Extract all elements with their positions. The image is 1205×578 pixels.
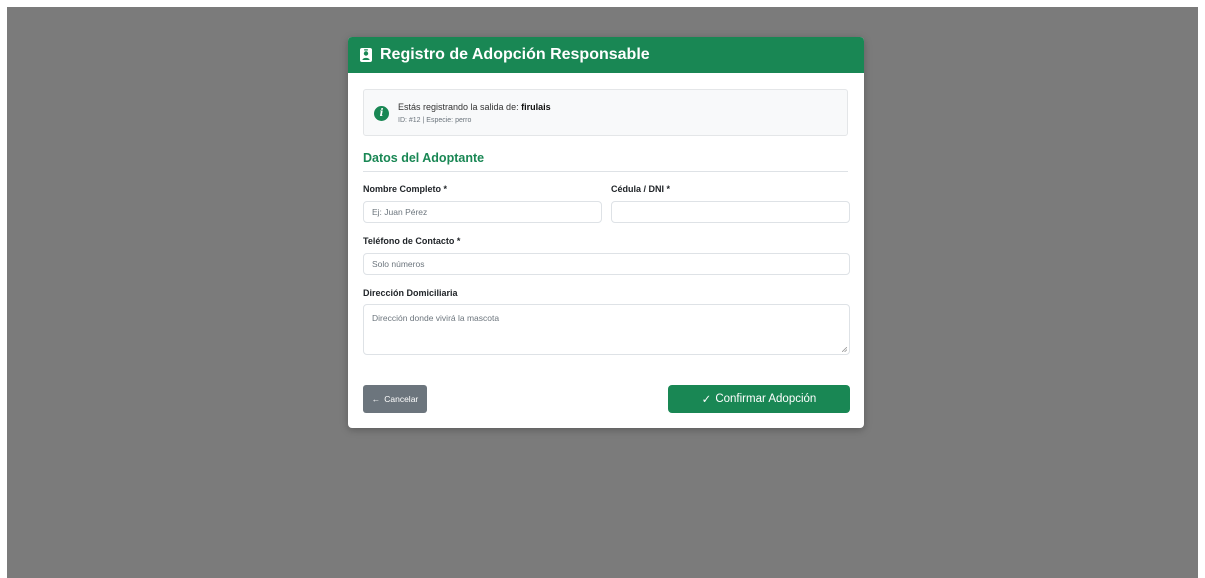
pet-meta: ID: #12 | Especie: perro xyxy=(398,117,472,124)
confirm-label: Confirmar Adopción xyxy=(715,393,817,405)
telefono-input[interactable]: Solo números xyxy=(363,253,850,275)
cancel-button[interactable]: ← Cancelar xyxy=(363,385,427,413)
section-title: Datos del Adoptante xyxy=(363,151,848,172)
nombre-input[interactable]: Ej: Juan Pérez xyxy=(363,201,602,223)
modal-title: Registro de Adopción Responsable xyxy=(380,46,650,63)
confirm-adoption-button[interactable]: ✓ Confirmar Adopción xyxy=(668,385,850,413)
modal-header: Registro de Adopción Responsable xyxy=(348,37,864,73)
info-icon: i xyxy=(374,106,389,121)
cedula-input[interactable] xyxy=(611,201,850,223)
nombre-label: Nombre Completo * xyxy=(363,184,448,194)
info-alert: i Estás registrando la salida de: firula… xyxy=(363,89,848,136)
telefono-label: Teléfono de Contacto * xyxy=(363,236,461,246)
direccion-placeholder: Dirección donde vivirá la mascota xyxy=(372,313,500,323)
adoption-modal: Registro de Adopción Responsable i Estás… xyxy=(348,37,864,428)
cedula-label: Cédula / DNI * xyxy=(611,184,671,194)
pet-name: firulais xyxy=(521,102,551,112)
arrow-left-icon: ← xyxy=(371,394,381,404)
direccion-label: Dirección Domiciliaria xyxy=(363,288,458,298)
direccion-textarea[interactable]: Dirección donde vivirá la mascota xyxy=(363,304,850,355)
resize-grip-icon[interactable] xyxy=(842,347,847,352)
cancel-label: Cancelar xyxy=(384,394,419,404)
person-badge-icon xyxy=(359,47,373,63)
info-prefix: Estás registrando la salida de: xyxy=(398,102,519,112)
check-icon: ✓ xyxy=(701,394,712,406)
info-text: Estás registrando la salida de: firulais xyxy=(398,102,551,112)
